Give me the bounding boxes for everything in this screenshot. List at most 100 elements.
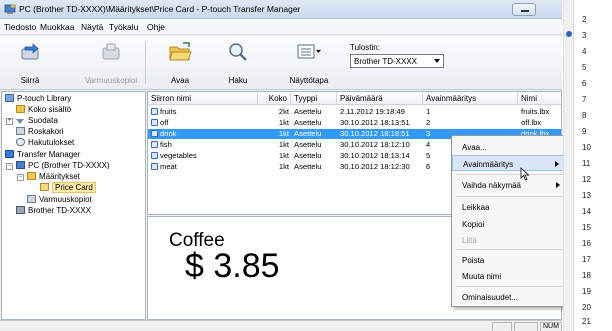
tree-item-backups[interactable]: Varmuuskopiot: [27, 195, 92, 206]
line-number: 13: [582, 191, 591, 200]
column-header-key-assignment[interactable]: Avainmääritys: [423, 92, 518, 105]
line-number: 19: [582, 287, 591, 296]
trash-icon: [16, 127, 25, 135]
menu-item-properties[interactable]: Ominaisuudet...: [452, 289, 566, 305]
row-key: 5: [426, 151, 431, 160]
collapse-toggle[interactable]: −: [17, 174, 24, 181]
menu-item-delete[interactable]: Poista: [452, 252, 566, 268]
collapse-toggle[interactable]: −: [6, 163, 13, 170]
gutter-column: [564, 0, 574, 331]
table-row[interactable]: off 1kt Asettelu 30.10.2012 18:13:51 2 o…: [148, 118, 561, 128]
app-icon: [4, 4, 16, 14]
tree-item-pc[interactable]: PC (Brother TD-XXXX): [16, 161, 110, 172]
view-mode-icon: [297, 44, 321, 59]
submenu-arrow-icon: [555, 161, 559, 167]
tree-item-printer[interactable]: Brother TD-XXXX: [16, 206, 91, 217]
column-header-date[interactable]: Päivämäärä: [337, 92, 423, 105]
menu-item-open[interactable]: Avaa...: [452, 139, 566, 155]
line-number: 3: [582, 31, 587, 40]
folder-icon: [16, 105, 25, 113]
search-button[interactable]: Haku: [220, 36, 256, 90]
menu-item-label: Avainmääritys: [463, 160, 514, 169]
row-key: 1: [426, 107, 431, 116]
column-header-transfer-name[interactable]: Siirron nimi: [148, 92, 258, 105]
title-bar[interactable]: PC (Brother TD-XXXX)\Määritykset\Price C…: [0, 0, 562, 19]
menu-separator: [456, 174, 562, 175]
tree-item-ptouch-library[interactable]: P-touch Library: [5, 94, 71, 105]
context-menu: Avaa... Avainmääritys Vaihda näkymää Lei…: [451, 135, 567, 307]
line-number: 9: [582, 127, 587, 136]
menu-bar: Tiedosto Muokkaa Näytä Työkalu Ohje: [0, 19, 562, 35]
minimize-button[interactable]: [512, 3, 536, 16]
tree-item-recycle-bin[interactable]: Roskakori: [16, 127, 64, 138]
tree-item-search-results[interactable]: Hakutulokset: [16, 138, 74, 149]
toolbar: Siirrä Varmuuskopioi Avaa Haku Näyttötap…: [0, 36, 562, 90]
line-number: 21: [582, 317, 591, 326]
menu-edit[interactable]: Muokkaa: [40, 22, 75, 32]
row-name: off: [160, 118, 169, 127]
computer-icon: [16, 161, 25, 169]
line-number: 12: [582, 175, 591, 184]
submenu-arrow-icon: [556, 182, 560, 188]
toolbar-separator: [145, 42, 146, 84]
menu-item-cut[interactable]: Leikkaa: [452, 199, 566, 215]
menu-tools[interactable]: Työkalu: [109, 22, 138, 32]
row-key: 2: [426, 118, 431, 127]
menu-view[interactable]: Näytä: [81, 22, 103, 32]
transfer-icon: [21, 43, 39, 60]
menu-item-rename[interactable]: Muuta nimi: [452, 268, 566, 284]
printer-select-value: Brother TD-XXXX: [354, 57, 417, 66]
menu-item-copy[interactable]: Kopioi: [452, 216, 566, 232]
line-number: 16: [582, 239, 591, 248]
tree-item-price-card[interactable]: Price Card: [40, 182, 96, 194]
table-row[interactable]: fruits 2kt Asettelu 2.11.2012 19:18:49 1…: [148, 107, 561, 117]
transfer-icon: [5, 150, 14, 158]
expand-toggle[interactable]: +: [6, 118, 13, 125]
view-button[interactable]: Näyttötapa: [285, 36, 333, 90]
menu-item-key-assignment[interactable]: Avainmääritys: [452, 155, 566, 171]
backup-icon: [102, 43, 120, 60]
mouse-cursor-icon: [520, 167, 530, 181]
menu-file[interactable]: Tiedosto: [4, 22, 36, 32]
search-icon: [16, 138, 25, 146]
tree-item-all-contents[interactable]: Koko sisältö: [16, 105, 71, 116]
menu-item-change-view[interactable]: Vaihda näkymää: [452, 177, 566, 193]
line-number: 4: [582, 47, 587, 56]
row-file: off.lbx: [521, 118, 542, 127]
row-date: 2.11.2012 19:18:49: [340, 107, 405, 116]
status-pane: [492, 322, 512, 331]
row-type: Asettelu: [294, 118, 322, 127]
marker-dot-icon: [566, 31, 572, 37]
status-num: NUM: [540, 322, 562, 331]
layout-file-icon: [151, 119, 158, 126]
open-label: Avaa: [170, 76, 190, 85]
column-header-type[interactable]: Tyyppi: [291, 92, 337, 105]
transfer-button[interactable]: Siirrä: [8, 36, 52, 90]
layout-file-icon: [151, 152, 158, 159]
row-size: 1kt: [278, 118, 289, 127]
row-size: 1kt: [278, 162, 289, 171]
chevron-down-icon: [434, 59, 440, 63]
printer-select[interactable]: Brother TD-XXXX: [350, 54, 444, 68]
tree-item-transfer-manager[interactable]: Transfer Manager: [5, 150, 80, 161]
line-number: 6: [582, 79, 587, 88]
tree-item-filter[interactable]: Suodata: [16, 116, 58, 127]
row-name: fish: [160, 140, 172, 149]
row-type: Asettelu: [294, 140, 322, 149]
search-icon: [229, 43, 247, 61]
layout-file-icon: [151, 163, 158, 170]
window-title: PC (Brother TD-XXXX)\Määritykset\Price C…: [19, 4, 301, 14]
transfer-label: Siirrä: [20, 76, 40, 85]
backup-button[interactable]: Varmuuskopioi: [82, 36, 140, 90]
menu-help[interactable]: Ohje: [147, 22, 165, 32]
row-key: 4: [426, 140, 431, 149]
line-number: 10: [582, 143, 591, 152]
row-type: Asettelu: [294, 107, 322, 116]
column-header-size[interactable]: Koko: [258, 92, 291, 105]
column-header-name[interactable]: Nimi: [518, 92, 561, 105]
line-number: 2: [582, 15, 587, 24]
line-number: 17: [582, 255, 591, 264]
row-name: drink: [160, 129, 177, 138]
open-button[interactable]: Avaa: [160, 36, 200, 90]
line-number-gutter: 2 3 4 5 6 7 8 9 10 11 12 13 14 15 16 17 …: [563, 0, 612, 331]
